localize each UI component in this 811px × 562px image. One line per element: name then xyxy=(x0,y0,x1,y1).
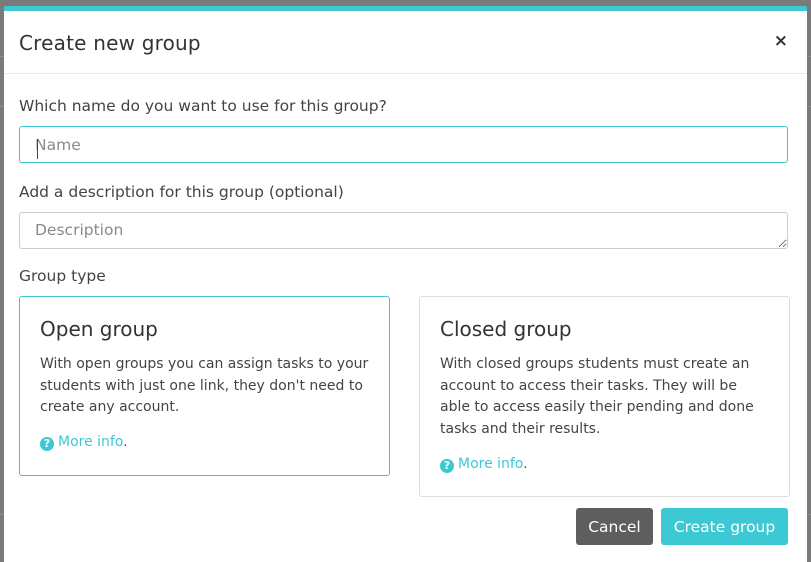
card-title: Open group xyxy=(40,317,158,341)
question-circle-icon: ? xyxy=(40,437,54,452)
group-name-input[interactable] xyxy=(19,126,788,163)
header-divider xyxy=(4,73,807,74)
modal-title: Create new group xyxy=(19,31,201,55)
card-description: With open groups you can assign tasks to… xyxy=(40,356,369,416)
cancel-button[interactable]: Cancel xyxy=(576,508,653,545)
description-label: Add a description for this group (option… xyxy=(19,183,344,201)
close-icon[interactable]: × xyxy=(774,33,788,50)
more-info-label: More info xyxy=(458,455,524,472)
more-info-line: ? More info. xyxy=(40,434,369,452)
name-label: Which name do you want to use for this g… xyxy=(19,97,387,115)
create-group-button[interactable]: Create group xyxy=(661,508,788,545)
more-info-link[interactable]: ? More info xyxy=(40,434,124,452)
group-type-open-card[interactable]: Open group With open groups you can assi… xyxy=(19,296,390,476)
card-title: Closed group xyxy=(440,317,572,341)
group-type-closed-card[interactable]: Closed group With closed groups students… xyxy=(419,296,790,497)
more-info-suffix: . xyxy=(123,434,128,451)
more-info-label: More info xyxy=(58,434,124,451)
more-info-link[interactable]: ? More info xyxy=(440,455,524,473)
card-description: With closed groups students must create … xyxy=(440,356,754,438)
more-info-line: ? More info. xyxy=(440,456,769,473)
question-circle-icon: ? xyxy=(440,458,454,473)
more-info-suffix: . xyxy=(523,455,528,472)
text-caret xyxy=(37,139,38,159)
create-group-modal: Create new group × Which name do you wan… xyxy=(4,6,807,562)
group-description-field[interactable] xyxy=(19,212,788,249)
group-type-label: Group type xyxy=(19,267,106,285)
